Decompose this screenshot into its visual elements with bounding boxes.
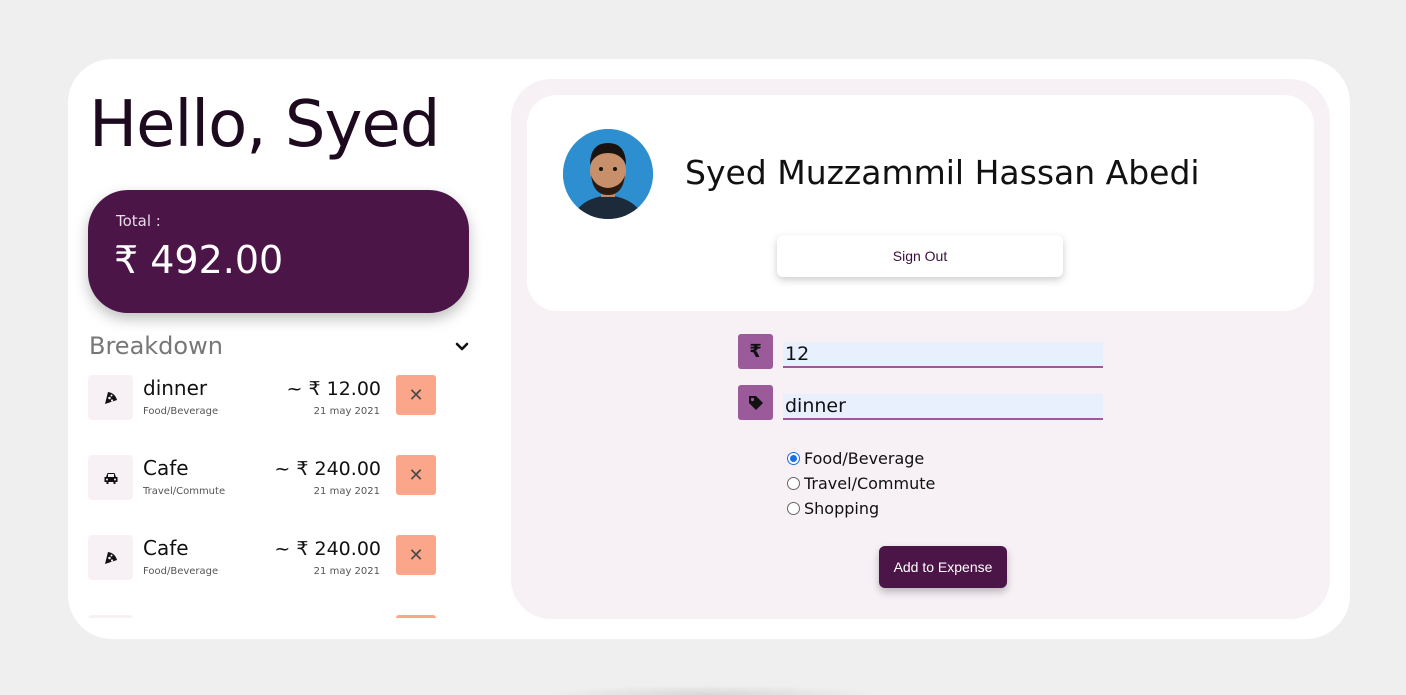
item-category: Travel/Commute	[143, 486, 226, 497]
delete-button-partial[interactable]	[396, 615, 436, 618]
pizza-icon	[88, 535, 133, 580]
rupee-icon: ₹	[738, 334, 773, 369]
total-value: ₹ 492.00	[114, 238, 284, 282]
item-date: 21 may 2021	[313, 566, 380, 577]
close-icon: ✕	[408, 384, 424, 406]
delete-button[interactable]: ✕	[396, 375, 436, 415]
greeting-heading: Hello, Syed	[89, 88, 440, 162]
profile-name: Syed Muzzammil Hassan Abedi	[685, 153, 1200, 192]
description-input[interactable]	[783, 394, 1103, 420]
delete-button[interactable]: ✕	[396, 455, 436, 495]
close-icon: ✕	[408, 544, 424, 566]
radio-button[interactable]	[787, 501, 800, 515]
radio-shopping[interactable]: Shopping	[787, 497, 879, 519]
car-icon	[88, 455, 133, 500]
item-name: Cafe	[143, 456, 189, 480]
radio-travel-commute[interactable]: Travel/Commute	[787, 472, 935, 494]
list-item: Cafe Travel/Commute ~ ₹ 240.00 21 may 20…	[88, 452, 448, 500]
expense-list[interactable]: dinner Food/Beverage ~ ₹ 12.00 21 may 20…	[88, 372, 448, 618]
item-name: Cafe	[143, 536, 189, 560]
amount-input[interactable]	[783, 342, 1103, 368]
profile-card	[527, 95, 1314, 311]
pizza-icon	[88, 375, 133, 420]
item-icon-partial	[88, 615, 133, 618]
list-item: dinner Food/Beverage ~ ₹ 12.00 21 may 20…	[88, 372, 448, 420]
radio-label: Shopping	[804, 498, 880, 518]
item-date: 21 may 2021	[313, 486, 380, 497]
item-amount: ~ ₹ 240.00	[274, 538, 381, 560]
item-category: Food/Beverage	[143, 406, 219, 417]
item-name: dinner	[143, 376, 208, 400]
total-card: Total : ₹ 492.00	[88, 190, 469, 313]
list-item-partial	[88, 612, 448, 618]
sign-out-button[interactable]: Sign Out	[777, 235, 1063, 277]
radio-button[interactable]	[787, 476, 800, 490]
item-category: Food/Beverage	[143, 566, 219, 577]
delete-button[interactable]: ✕	[396, 535, 436, 575]
radio-food-beverage[interactable]: Food/Beverage	[787, 447, 924, 469]
bottom-shadow	[540, 685, 880, 695]
radio-label: Food/Beverage	[804, 448, 925, 468]
radio-label: Travel/Commute	[804, 473, 936, 493]
breakdown-title: Breakdown	[89, 332, 223, 360]
item-amount: ~ ₹ 240.00	[274, 458, 381, 480]
chevron-down-icon[interactable]	[454, 338, 470, 354]
total-label: Total :	[116, 212, 161, 230]
tag-icon	[738, 385, 773, 420]
item-amount: ~ ₹ 12.00	[286, 378, 381, 400]
add-to-expense-button[interactable]: Add to Expense	[879, 546, 1007, 588]
list-item: Cafe Food/Beverage ~ ₹ 240.00 21 may 202…	[88, 532, 448, 580]
item-date: 21 may 2021	[313, 406, 380, 417]
close-icon: ✕	[408, 464, 424, 486]
radio-button[interactable]	[787, 451, 800, 465]
avatar	[563, 129, 653, 219]
